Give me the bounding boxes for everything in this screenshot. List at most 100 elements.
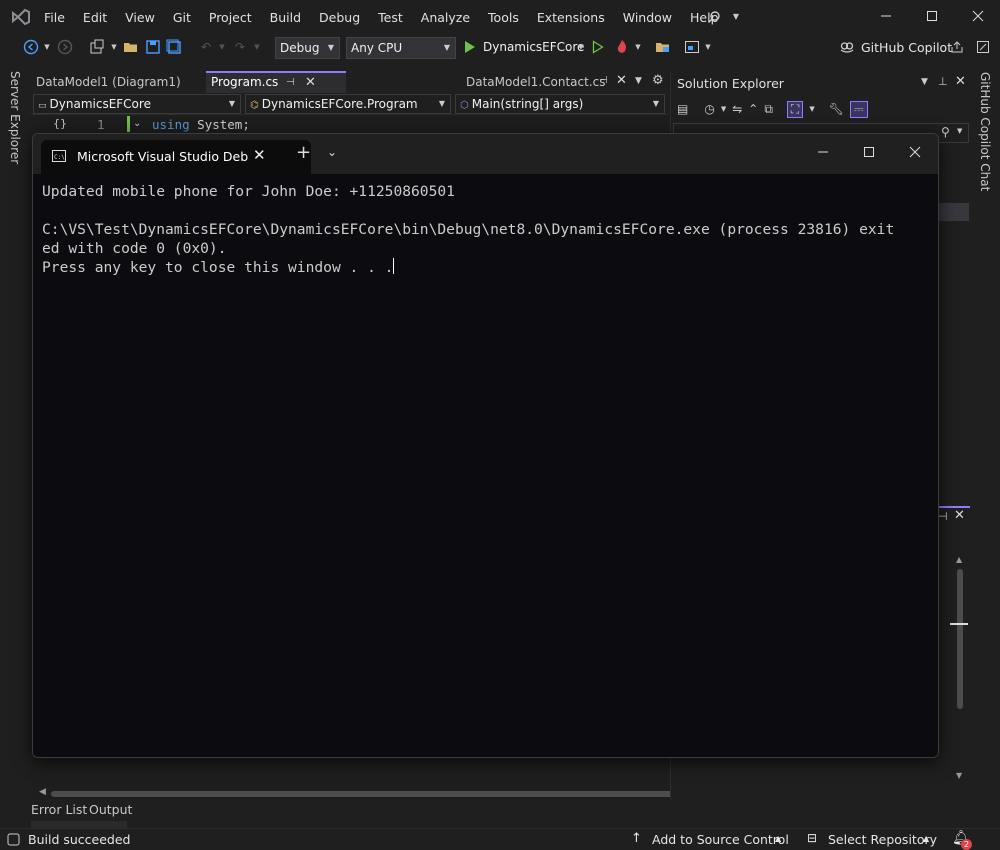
chevron-down-icon[interactable]: ▼ — [252, 42, 262, 52]
close-tab-icon[interactable]: ✕ — [253, 146, 266, 164]
search-icon[interactable] — [705, 8, 723, 26]
console-output[interactable]: Updated mobile phone for John Doe: +1125… — [33, 174, 938, 757]
chevron-down-icon[interactable]: ▼ — [703, 42, 713, 52]
scroll-down-icon[interactable]: ▼ — [956, 771, 962, 780]
close-icon[interactable] — [907, 144, 923, 160]
tab-program-cs[interactable]: Program.cs ⊣ ✕ — [206, 71, 346, 93]
pin-icon[interactable]: ⊣ — [599, 75, 608, 86]
solution-platform-combo[interactable]: Any CPU ▼ — [346, 37, 456, 59]
project-view-icon[interactable]: ⛶ — [786, 100, 804, 118]
menu-analyze[interactable]: Analyze — [421, 10, 470, 25]
chevron-down-icon[interactable]: ▼ — [730, 10, 742, 22]
preview-icon[interactable]: ⎓ — [849, 100, 868, 118]
menu-edit[interactable]: Edit — [83, 10, 107, 25]
code-line: using System; — [152, 117, 250, 132]
show-all-files-icon[interactable]: ⧉ — [764, 102, 773, 117]
menu-file[interactable]: File — [44, 10, 65, 25]
start-debugging-button[interactable] — [463, 39, 477, 55]
new-project-icon[interactable] — [88, 38, 106, 56]
copilot-icon[interactable] — [838, 38, 856, 56]
chevron-down-icon[interactable]: ▼ — [721, 105, 726, 113]
pin-icon[interactable]: ⊣ — [938, 510, 948, 523]
layout-icon[interactable] — [683, 38, 701, 56]
tab-output[interactable]: Output — [89, 802, 132, 817]
collapse-all-icon[interactable]: ⌃ — [748, 102, 758, 116]
browse-folder-icon[interactable] — [654, 38, 672, 56]
tab-datamodel-diagram[interactable]: DataModel1 (Diagram1) — [31, 71, 206, 93]
menu-window[interactable]: Window — [623, 10, 672, 25]
minimize-icon[interactable] — [815, 144, 831, 160]
chevron-down-icon[interactable]: ▼ — [809, 105, 814, 113]
solution-configuration-combo[interactable]: Debug ▼ — [275, 37, 340, 59]
selected-tree-row[interactable] — [939, 203, 969, 221]
menu-build[interactable]: Build — [270, 10, 301, 25]
close-panel-icon[interactable]: ✕ — [954, 508, 965, 523]
debug-console-window[interactable]: C:\ Microsoft Visual Studio Debug ✕ + ⌄ … — [32, 133, 939, 758]
chevron-down-icon[interactable]: ⌄ — [133, 118, 141, 129]
class-dropdown[interactable]: ⌬ DynamicsEFCore.Program ▼ — [245, 94, 451, 114]
scroll-up-icon[interactable]: ▲ — [956, 555, 962, 564]
close-icon[interactable] — [970, 8, 986, 24]
chevron-down-icon[interactable]: ⌄ — [327, 145, 337, 159]
minimize-icon[interactable] — [878, 8, 894, 24]
maximize-icon[interactable] — [924, 8, 940, 24]
undo-icon[interactable]: ↶ — [197, 38, 215, 56]
pin-icon[interactable]: ⊣ — [286, 73, 295, 92]
menu-extensions[interactable]: Extensions — [537, 10, 605, 25]
start-project-label[interactable]: DynamicsEFCore — [483, 40, 584, 54]
open-folder-icon[interactable] — [122, 38, 140, 56]
chevron-down-icon[interactable]: ▼ — [957, 127, 962, 135]
chevron-down-icon[interactable]: ▼ — [42, 42, 52, 52]
copilot-label[interactable]: GitHub Copilot — [861, 40, 952, 55]
redo-icon[interactable]: ↷ — [231, 38, 249, 56]
sync-icon[interactable]: ⇋ — [732, 102, 742, 116]
tab-datamodel-contact-cs[interactable]: DataModel1.Contact.cs — [461, 71, 611, 93]
save-icon[interactable] — [144, 38, 162, 56]
menu-tools[interactable]: Tools — [488, 10, 519, 25]
gear-icon[interactable]: ⚙ — [652, 73, 664, 88]
menu-test[interactable]: Test — [378, 10, 403, 25]
feedback-icon[interactable] — [974, 38, 992, 56]
copilot-chat-tab[interactable]: GitHub Copilot Chat — [978, 72, 992, 191]
start-without-debugging-icon[interactable] — [591, 39, 605, 55]
scroll-left-icon[interactable]: ◀ — [39, 787, 46, 797]
close-tab-icon[interactable]: ✕ — [616, 73, 627, 88]
chevron-down-icon[interactable]: ▼ — [109, 42, 119, 52]
server-explorer-tab[interactable]: Server Explorer — [8, 71, 22, 164]
chevron-down-icon[interactable]: ▼ — [633, 42, 643, 52]
close-tab-icon[interactable]: ✕ — [305, 73, 316, 92]
project-dropdown[interactable]: ▭ DynamicsEFCore ▼ — [33, 94, 241, 114]
select-repository-button[interactable]: Select Repository — [828, 832, 937, 847]
chevron-down-icon[interactable]: ▼ — [921, 77, 928, 87]
history-icon[interactable]: ◷ — [704, 102, 714, 116]
caret-up-icon[interactable]: ▲ — [923, 834, 929, 843]
maximize-icon[interactable] — [861, 144, 877, 160]
chevron-down-icon[interactable]: ▼ — [217, 42, 227, 52]
console-line: Updated mobile phone for John Doe: +1125… — [42, 183, 455, 200]
menu-git[interactable]: Git — [173, 10, 191, 25]
vertical-scrollbar[interactable]: ▲ ▼ — [950, 555, 968, 785]
forward-arrow-icon[interactable] — [56, 38, 74, 56]
chevron-down-icon[interactable]: ▼ — [576, 42, 586, 52]
properties-wrench-icon[interactable]: 🔧︎ — [829, 102, 844, 116]
console-tab[interactable]: C:\ Microsoft Visual Studio Debug ✕ — [41, 140, 311, 174]
menu-project[interactable]: Project — [209, 10, 252, 25]
pin-icon[interactable]: ⊥ — [938, 75, 948, 88]
switch-views-icon[interactable]: ▤ — [677, 102, 688, 116]
share-icon[interactable] — [948, 38, 966, 56]
tab-error-list[interactable]: Error List — [31, 802, 87, 817]
search-icon[interactable]: ⚲ — [941, 125, 950, 139]
caret-up-icon[interactable]: ▲ — [775, 834, 781, 843]
hot-reload-icon[interactable] — [613, 38, 631, 56]
back-arrow-icon[interactable] — [22, 38, 40, 56]
new-tab-icon[interactable]: + — [296, 142, 311, 163]
save-all-icon[interactable] — [165, 38, 183, 56]
add-to-source-control-button[interactable]: Add to Source Control — [652, 832, 789, 847]
menu-debug[interactable]: Debug — [319, 10, 360, 25]
close-panel-icon[interactable]: ✕ — [955, 74, 966, 89]
menu-view[interactable]: View — [125, 10, 155, 25]
scrollbar-thumb[interactable] — [957, 569, 963, 709]
chevron-down-icon[interactable]: ▼ — [635, 76, 642, 86]
member-dropdown[interactable]: ⬡ Main(string[] args) ▼ — [455, 94, 665, 114]
solution-explorer-toolbar: ▤ ◷ ▼ ⇋ ⌃ ⧉ ⛶ ▼ 🔧︎ ⎓ — [677, 98, 868, 120]
